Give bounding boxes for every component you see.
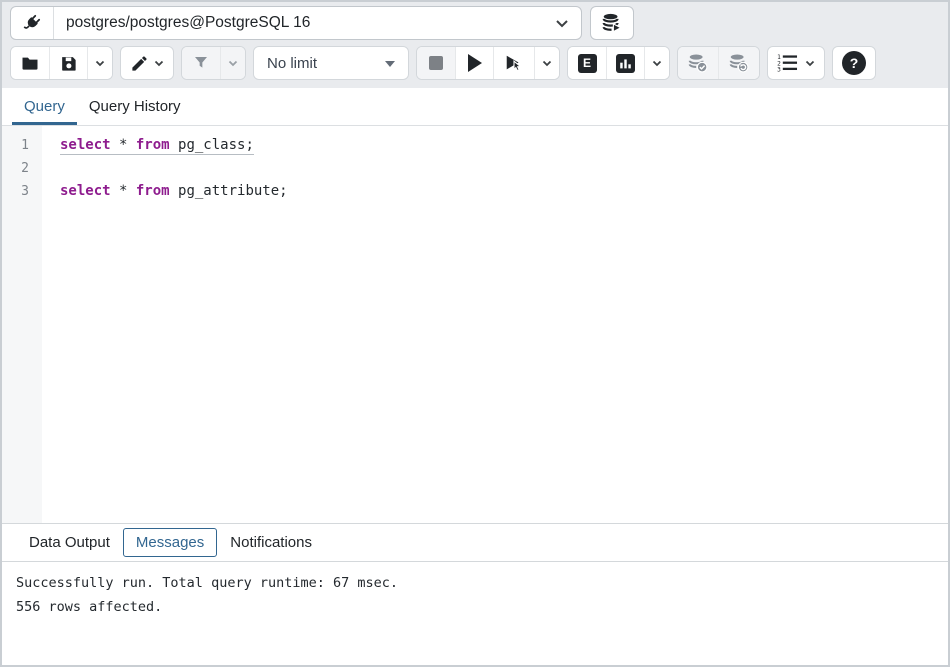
save-icon bbox=[59, 54, 78, 73]
connection-selector-value: postgres/postgres@PostgreSQL 16 bbox=[66, 14, 310, 32]
limit-group: No limit bbox=[253, 46, 409, 80]
execute-to-cursor-button[interactable] bbox=[493, 47, 534, 79]
rollback-button[interactable] bbox=[718, 47, 759, 79]
explain-button[interactable]: E bbox=[568, 47, 606, 79]
message-line: 556 rows affected. bbox=[16, 595, 934, 619]
line-number: 2 bbox=[2, 157, 42, 180]
explain-icon: E bbox=[578, 54, 597, 73]
explain-options-button[interactable] bbox=[644, 47, 669, 79]
sql-editor: 1 2 3 select * from pg_class; select * f… bbox=[2, 126, 948, 523]
filter-icon bbox=[192, 54, 210, 72]
file-group bbox=[10, 46, 113, 80]
line-number-gutter: 1 2 3 bbox=[2, 126, 42, 523]
code-line-3[interactable]: select * from pg_attribute; bbox=[60, 180, 948, 203]
row-limit-select[interactable]: No limit bbox=[254, 47, 408, 79]
code-area[interactable]: select * from pg_class; select * from pg… bbox=[42, 126, 948, 523]
chevron-down-icon bbox=[228, 60, 238, 67]
chevron-down-icon bbox=[542, 60, 552, 67]
connection-selector[interactable]: postgres/postgres@PostgreSQL 16 bbox=[54, 7, 555, 39]
stop-icon bbox=[429, 56, 443, 70]
help-group: ? bbox=[832, 46, 876, 80]
chevron-down-icon bbox=[555, 19, 569, 28]
query-tool-window: postgres/postgres@PostgreSQL 16 bbox=[0, 0, 950, 667]
execute-options-button[interactable] bbox=[534, 47, 559, 79]
rollback-icon bbox=[728, 52, 750, 74]
code-line-2[interactable] bbox=[60, 157, 948, 180]
connection-selector-caret[interactable] bbox=[555, 19, 581, 28]
tab-messages[interactable]: Messages bbox=[123, 528, 217, 557]
database-new-connection-icon bbox=[601, 12, 623, 34]
tab-notifications[interactable]: Notifications bbox=[217, 528, 325, 557]
new-connection-button[interactable] bbox=[590, 6, 634, 40]
filter-button[interactable] bbox=[182, 47, 220, 79]
filter-menu-button[interactable] bbox=[220, 47, 245, 79]
execute-button[interactable] bbox=[455, 47, 493, 79]
chevron-down-icon bbox=[154, 60, 164, 67]
transaction-group bbox=[677, 46, 760, 80]
query-toolbar: No limit bbox=[2, 44, 948, 88]
save-menu-button[interactable] bbox=[87, 47, 112, 79]
edit-button[interactable] bbox=[121, 47, 173, 79]
explain-analyze-button[interactable] bbox=[606, 47, 644, 79]
execute-group bbox=[416, 46, 560, 80]
select-triangle-icon bbox=[385, 61, 395, 72]
results-panel: Data Output Messages Notifications Succe… bbox=[2, 523, 948, 665]
edit-pencil-icon bbox=[130, 54, 149, 73]
macros-button[interactable]: 1 2 3 bbox=[768, 47, 824, 79]
save-button[interactable] bbox=[49, 47, 87, 79]
macros-group: 1 2 3 bbox=[767, 46, 825, 80]
svg-text:3: 3 bbox=[777, 67, 781, 72]
message-line: Successfully run. Total query runtime: 6… bbox=[16, 571, 934, 595]
tab-query[interactable]: Query bbox=[12, 88, 77, 125]
connection-bar: postgres/postgres@PostgreSQL 16 bbox=[2, 2, 948, 44]
tab-query-history[interactable]: Query History bbox=[77, 88, 193, 125]
commit-button[interactable] bbox=[678, 47, 718, 79]
commit-icon bbox=[687, 52, 709, 74]
chevron-down-icon bbox=[652, 60, 662, 67]
chevron-down-icon bbox=[95, 60, 105, 67]
play-icon bbox=[468, 54, 482, 72]
chevron-down-icon bbox=[805, 60, 815, 67]
connection-status-button[interactable] bbox=[11, 7, 54, 39]
edit-group bbox=[120, 46, 174, 80]
play-to-cursor-icon bbox=[503, 53, 525, 73]
results-tabs: Data Output Messages Notifications bbox=[2, 524, 948, 562]
open-file-icon bbox=[20, 53, 40, 73]
open-file-button[interactable] bbox=[11, 47, 49, 79]
line-number: 3 bbox=[2, 180, 42, 203]
executed-query-underline: select * from pg_class; bbox=[60, 137, 254, 155]
connection-container: postgres/postgres@PostgreSQL 16 bbox=[10, 6, 582, 40]
line-number: 1 bbox=[2, 134, 42, 157]
help-button[interactable]: ? bbox=[833, 47, 875, 79]
editor-tabs: Query Query History bbox=[2, 88, 948, 126]
filter-group bbox=[181, 46, 246, 80]
explain-analyze-chart-icon bbox=[616, 54, 635, 73]
messages-output: Successfully run. Total query runtime: 6… bbox=[2, 562, 948, 665]
tab-data-output[interactable]: Data Output bbox=[16, 528, 123, 557]
macros-list-icon: 1 2 3 bbox=[777, 54, 800, 72]
plug-icon bbox=[21, 12, 43, 34]
stop-button[interactable] bbox=[417, 47, 455, 79]
code-line-1[interactable]: select * from pg_class; bbox=[60, 134, 948, 157]
help-icon: ? bbox=[842, 51, 866, 75]
row-limit-value: No limit bbox=[267, 55, 317, 72]
explain-group: E bbox=[567, 46, 670, 80]
